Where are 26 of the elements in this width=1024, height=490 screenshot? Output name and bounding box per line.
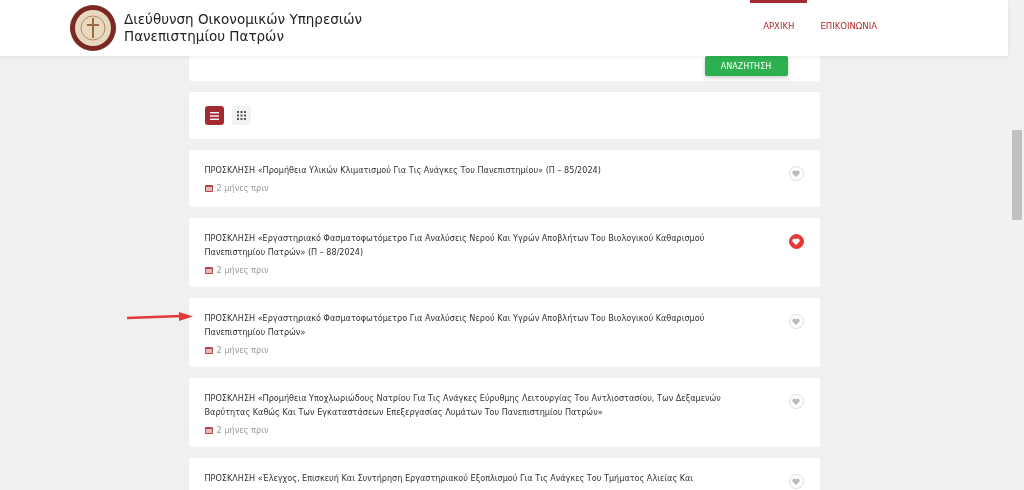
heart-icon (792, 478, 800, 485)
announcement-title[interactable]: ΠΡΟΣΚΛΗΣΗ «Προμήθεια Υποχλωριώδους Νατρίου Για Τις Ανάγκες Εύρυθμης Λειτουργίας Του Αντλιοστασίου, Των Δεξαμενών Βαρύτητας Καθώς Και Των Εγκαταστάσεων Επεξεργασίας Λυμάτων Του Πανεπιστημίου Πατρών» (204, 391, 729, 419)
announcement-title[interactable]: ΠΡΟΣΚΛΗΣΗ «Προμήθεια Υλικών Κλιματισμού Για Τις Ανάγκες Του Πανεπιστημίου» (Π – 85/2024) (204, 163, 729, 177)
site-subtitle: Πανεπιστημίου Πατρών (124, 28, 285, 45)
post-date: 2 μήνες πριν (216, 425, 269, 435)
calendar-icon (204, 346, 213, 354)
heart-icon (792, 318, 800, 325)
heart-icon (792, 238, 800, 245)
announcement-title[interactable]: ΠΡΟΣΚΛΗΣΗ «Εργαστηριακό Φασματοφωτόμετρο Για Αναλύσεις Νερού Και Υγρών Αποβλήτων Του Βιολογικού Καθαρισμού Πανεπιστημίου Πατρών» (Π – 88/2024) (204, 231, 729, 259)
list-icon (209, 111, 219, 120)
post-date: 2 μήνες πριν (216, 183, 269, 193)
announcement-title[interactable]: ΠΡΟΣΚΛΗΣΗ «Έλεγχος, Επισκευή Και Συντήρηση Εργαστηριακού Εξοπλισμού Για Τις Ανάγκες Του Τμήματος Αλιείας Και (204, 471, 729, 485)
announcement-title[interactable]: ΠΡΟΣΚΛΗΣΗ «Εργαστηριακό Φασματοφωτόμετρο Για Αναλύσεις Νερού Και Υγρών Αποβλήτων Του Βιολογικού Καθαρισμού Πανεπιστημίου Πατρών» (204, 311, 729, 339)
heart-icon (792, 170, 800, 177)
favorite-button[interactable] (788, 234, 804, 249)
calendar-icon (204, 266, 213, 274)
grid-icon (236, 111, 246, 120)
grid-view-button[interactable] (231, 106, 251, 125)
university-seal-logo (70, 5, 116, 51)
post-date: 2 μήνες πριν (216, 345, 269, 355)
heart-icon (792, 398, 800, 405)
post-date: 2 μήνες πριν (216, 265, 269, 275)
calendar-icon (204, 184, 213, 192)
list-view-button[interactable] (204, 106, 224, 125)
calendar-icon (204, 426, 213, 434)
site-title: Διεύθυνση Οικονομικών Υπηρεσιών (124, 11, 363, 28)
